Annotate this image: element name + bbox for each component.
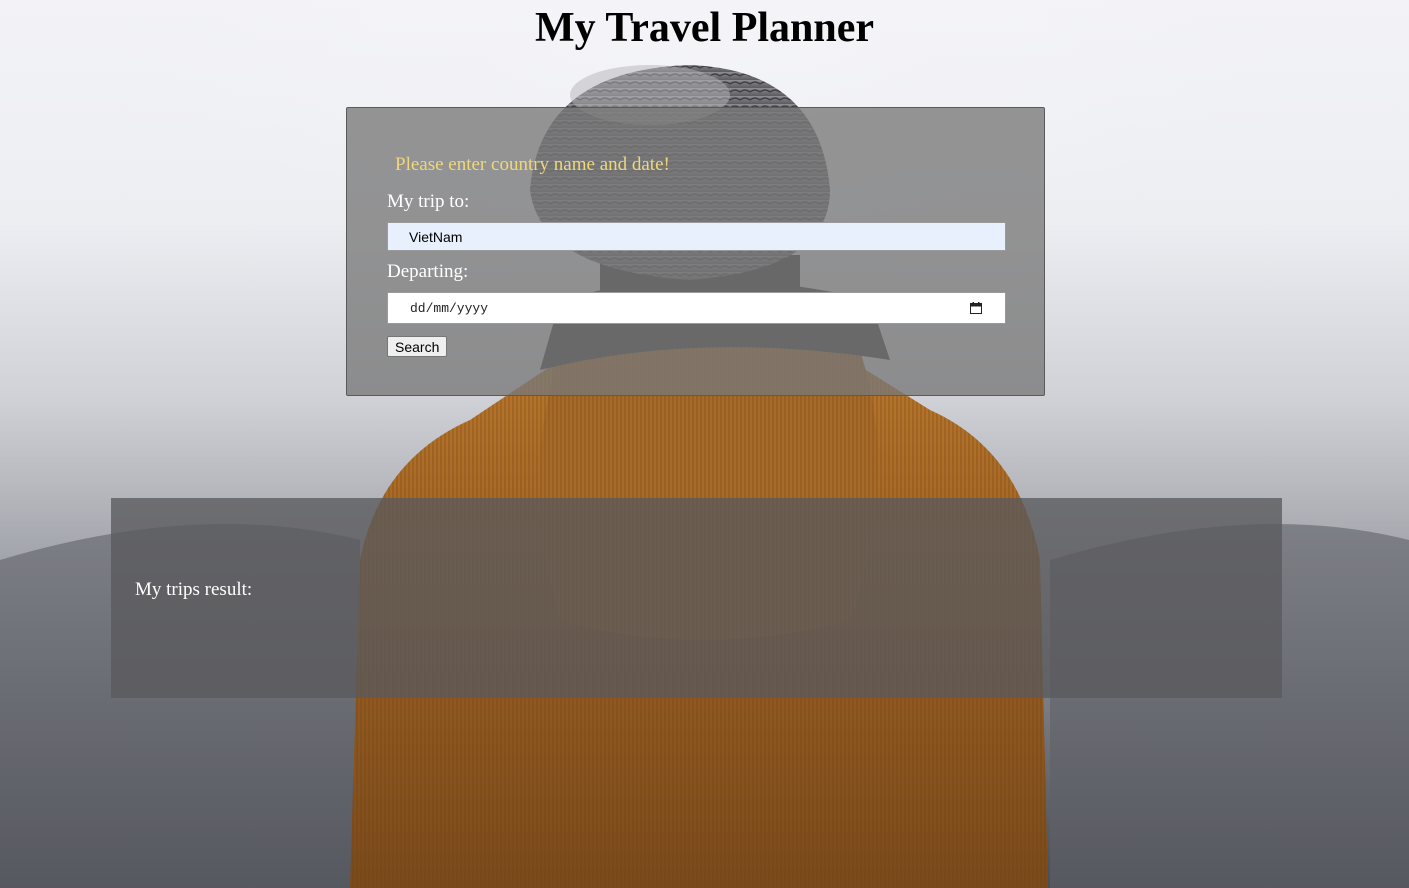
calendar-icon[interactable] (970, 302, 982, 314)
trip-destination-input[interactable] (387, 222, 1006, 251)
trips-results-panel: My trips result: (111, 498, 1282, 698)
trip-form-panel: Please enter country name and date! My t… (346, 107, 1045, 396)
departing-date-label: Departing: (387, 261, 469, 282)
page-title: My Travel Planner (534, 5, 875, 51)
trip-destination-label: My trip to: (387, 191, 470, 212)
date-placeholder: dd/mm/yyyy (410, 300, 489, 316)
search-button[interactable]: Search (387, 336, 448, 357)
prompt-message: Please enter country name and date! (395, 154, 670, 175)
departing-date-input[interactable]: dd/mm/yyyy (387, 292, 1006, 324)
results-title: My trips result: (135, 579, 253, 600)
